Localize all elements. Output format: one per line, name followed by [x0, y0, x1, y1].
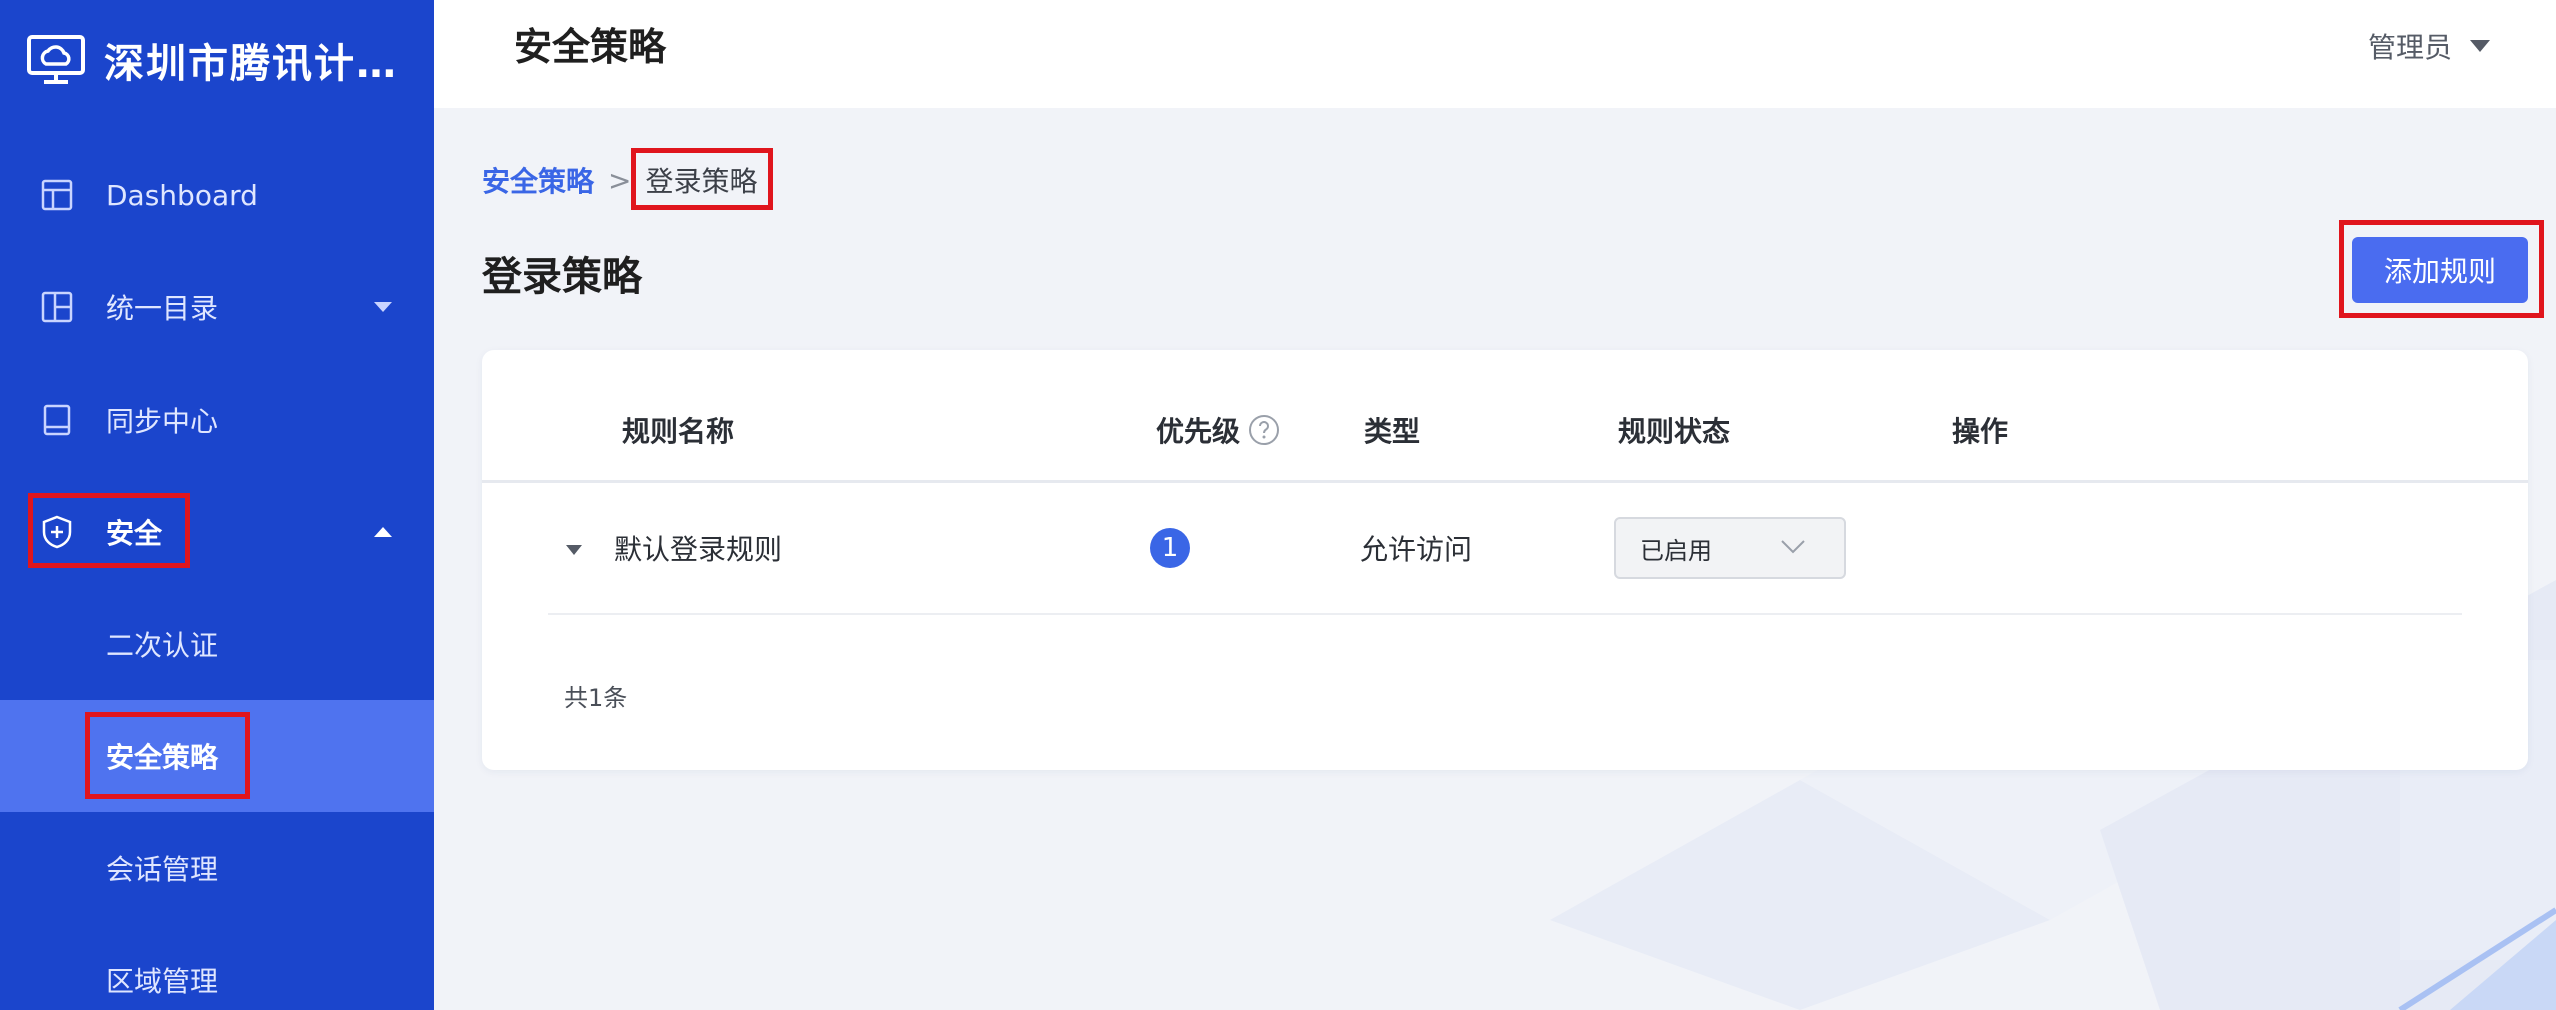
sidebar-item-label: 会话管理 — [106, 853, 219, 886]
column-header-type[interactable]: 类型 — [1364, 410, 1420, 450]
layout-icon — [41, 179, 73, 211]
column-header-label: 操作 — [1952, 415, 2009, 448]
column-header-actions[interactable]: 操作 — [1952, 410, 2008, 450]
column-header-status[interactable]: 规则状态 — [1618, 410, 1730, 450]
sidebar-item-label: 同步中心 — [106, 405, 219, 438]
column-header-label: 类型 — [1364, 415, 1421, 448]
breadcrumb-link-security-policy[interactable]: 安全策略 — [482, 160, 594, 200]
brand[interactable]: 深圳市腾讯计... — [0, 0, 434, 120]
header-divider — [482, 480, 2528, 483]
status-value: 已启用 — [1640, 536, 1712, 565]
help-circle-icon[interactable] — [1248, 414, 1280, 446]
tablet-icon — [43, 404, 71, 436]
user-menu[interactable]: 管理员 — [2368, 26, 2492, 66]
sidebar-item-label: 安全 — [106, 517, 163, 550]
breadcrumb-current: 登录策略 — [645, 165, 758, 198]
total-count: 共1条 — [564, 684, 628, 712]
user-name: 管理员 — [2368, 31, 2453, 64]
rule-name: 默认登录规则 — [614, 533, 783, 566]
shield-plus-icon — [42, 515, 72, 549]
sidebar-item-label: 安全策略 — [106, 741, 219, 774]
rule-type: 允许访问 — [1360, 533, 1473, 566]
row-divider — [548, 613, 2462, 615]
sidebar-item-security[interactable]: 安全 — [0, 476, 434, 588]
priority-badge: 1 — [1150, 528, 1190, 568]
sidebar-item-label: 区域管理 — [106, 965, 219, 998]
sidebar-item-region[interactable]: 区域管理 — [0, 924, 434, 1010]
page-title: 安全策略 — [514, 25, 667, 69]
rules-table: 规则名称 优先级 类型 规则状态 操作 默认登录规则 1 允许访问 已启用 共1… — [482, 350, 2528, 770]
chevron-down-icon — [2470, 40, 2491, 52]
chevron-down-icon — [374, 302, 392, 312]
top-bar: 安全策略 管理员 — [434, 0, 2556, 108]
breadcrumb: 安全策略 > 登录策略 — [482, 160, 758, 200]
add-rule-button[interactable]: 添加规则 — [2352, 237, 2528, 303]
sidebar-item-security-policy[interactable]: 安全策略 — [0, 700, 434, 812]
sidebar-item-dashboard[interactable]: Dashboard — [0, 139, 434, 251]
cloud-monitor-icon — [27, 35, 85, 84]
content-title: 登录策略 — [482, 254, 642, 300]
sidebar-item-session[interactable]: 会话管理 — [0, 812, 434, 924]
column-header-label: 规则名称 — [622, 415, 735, 448]
column-header-label: 规则状态 — [1618, 415, 1731, 448]
sidebar-item-label: Dashboard — [106, 178, 258, 212]
sidebar-item-directory[interactable]: 统一目录 — [0, 251, 434, 363]
columns-icon — [41, 291, 73, 323]
status-select[interactable]: 已启用 — [1614, 517, 1846, 579]
column-header-label: 优先级 — [1156, 415, 1241, 448]
sidebar-item-2fa[interactable]: 二次认证 — [0, 588, 434, 700]
brand-title: 深圳市腾讯计... — [104, 41, 404, 87]
sidebar-item-label: 二次认证 — [106, 629, 219, 662]
column-header-name[interactable]: 规则名称 — [622, 410, 734, 450]
sidebar-item-sync[interactable]: 同步中心 — [0, 364, 434, 476]
breadcrumb-separator: > — [608, 163, 632, 197]
column-header-priority[interactable]: 优先级 — [1156, 410, 1280, 450]
caret-down-icon[interactable] — [564, 544, 584, 556]
sidebar: 深圳市腾讯计... Dashboard 统一目录 同步中心 安全 二次认证 安全… — [0, 0, 434, 1010]
chevron-down-icon — [1781, 540, 1805, 554]
chevron-up-icon — [374, 527, 392, 537]
sidebar-item-label: 统一目录 — [106, 292, 219, 325]
